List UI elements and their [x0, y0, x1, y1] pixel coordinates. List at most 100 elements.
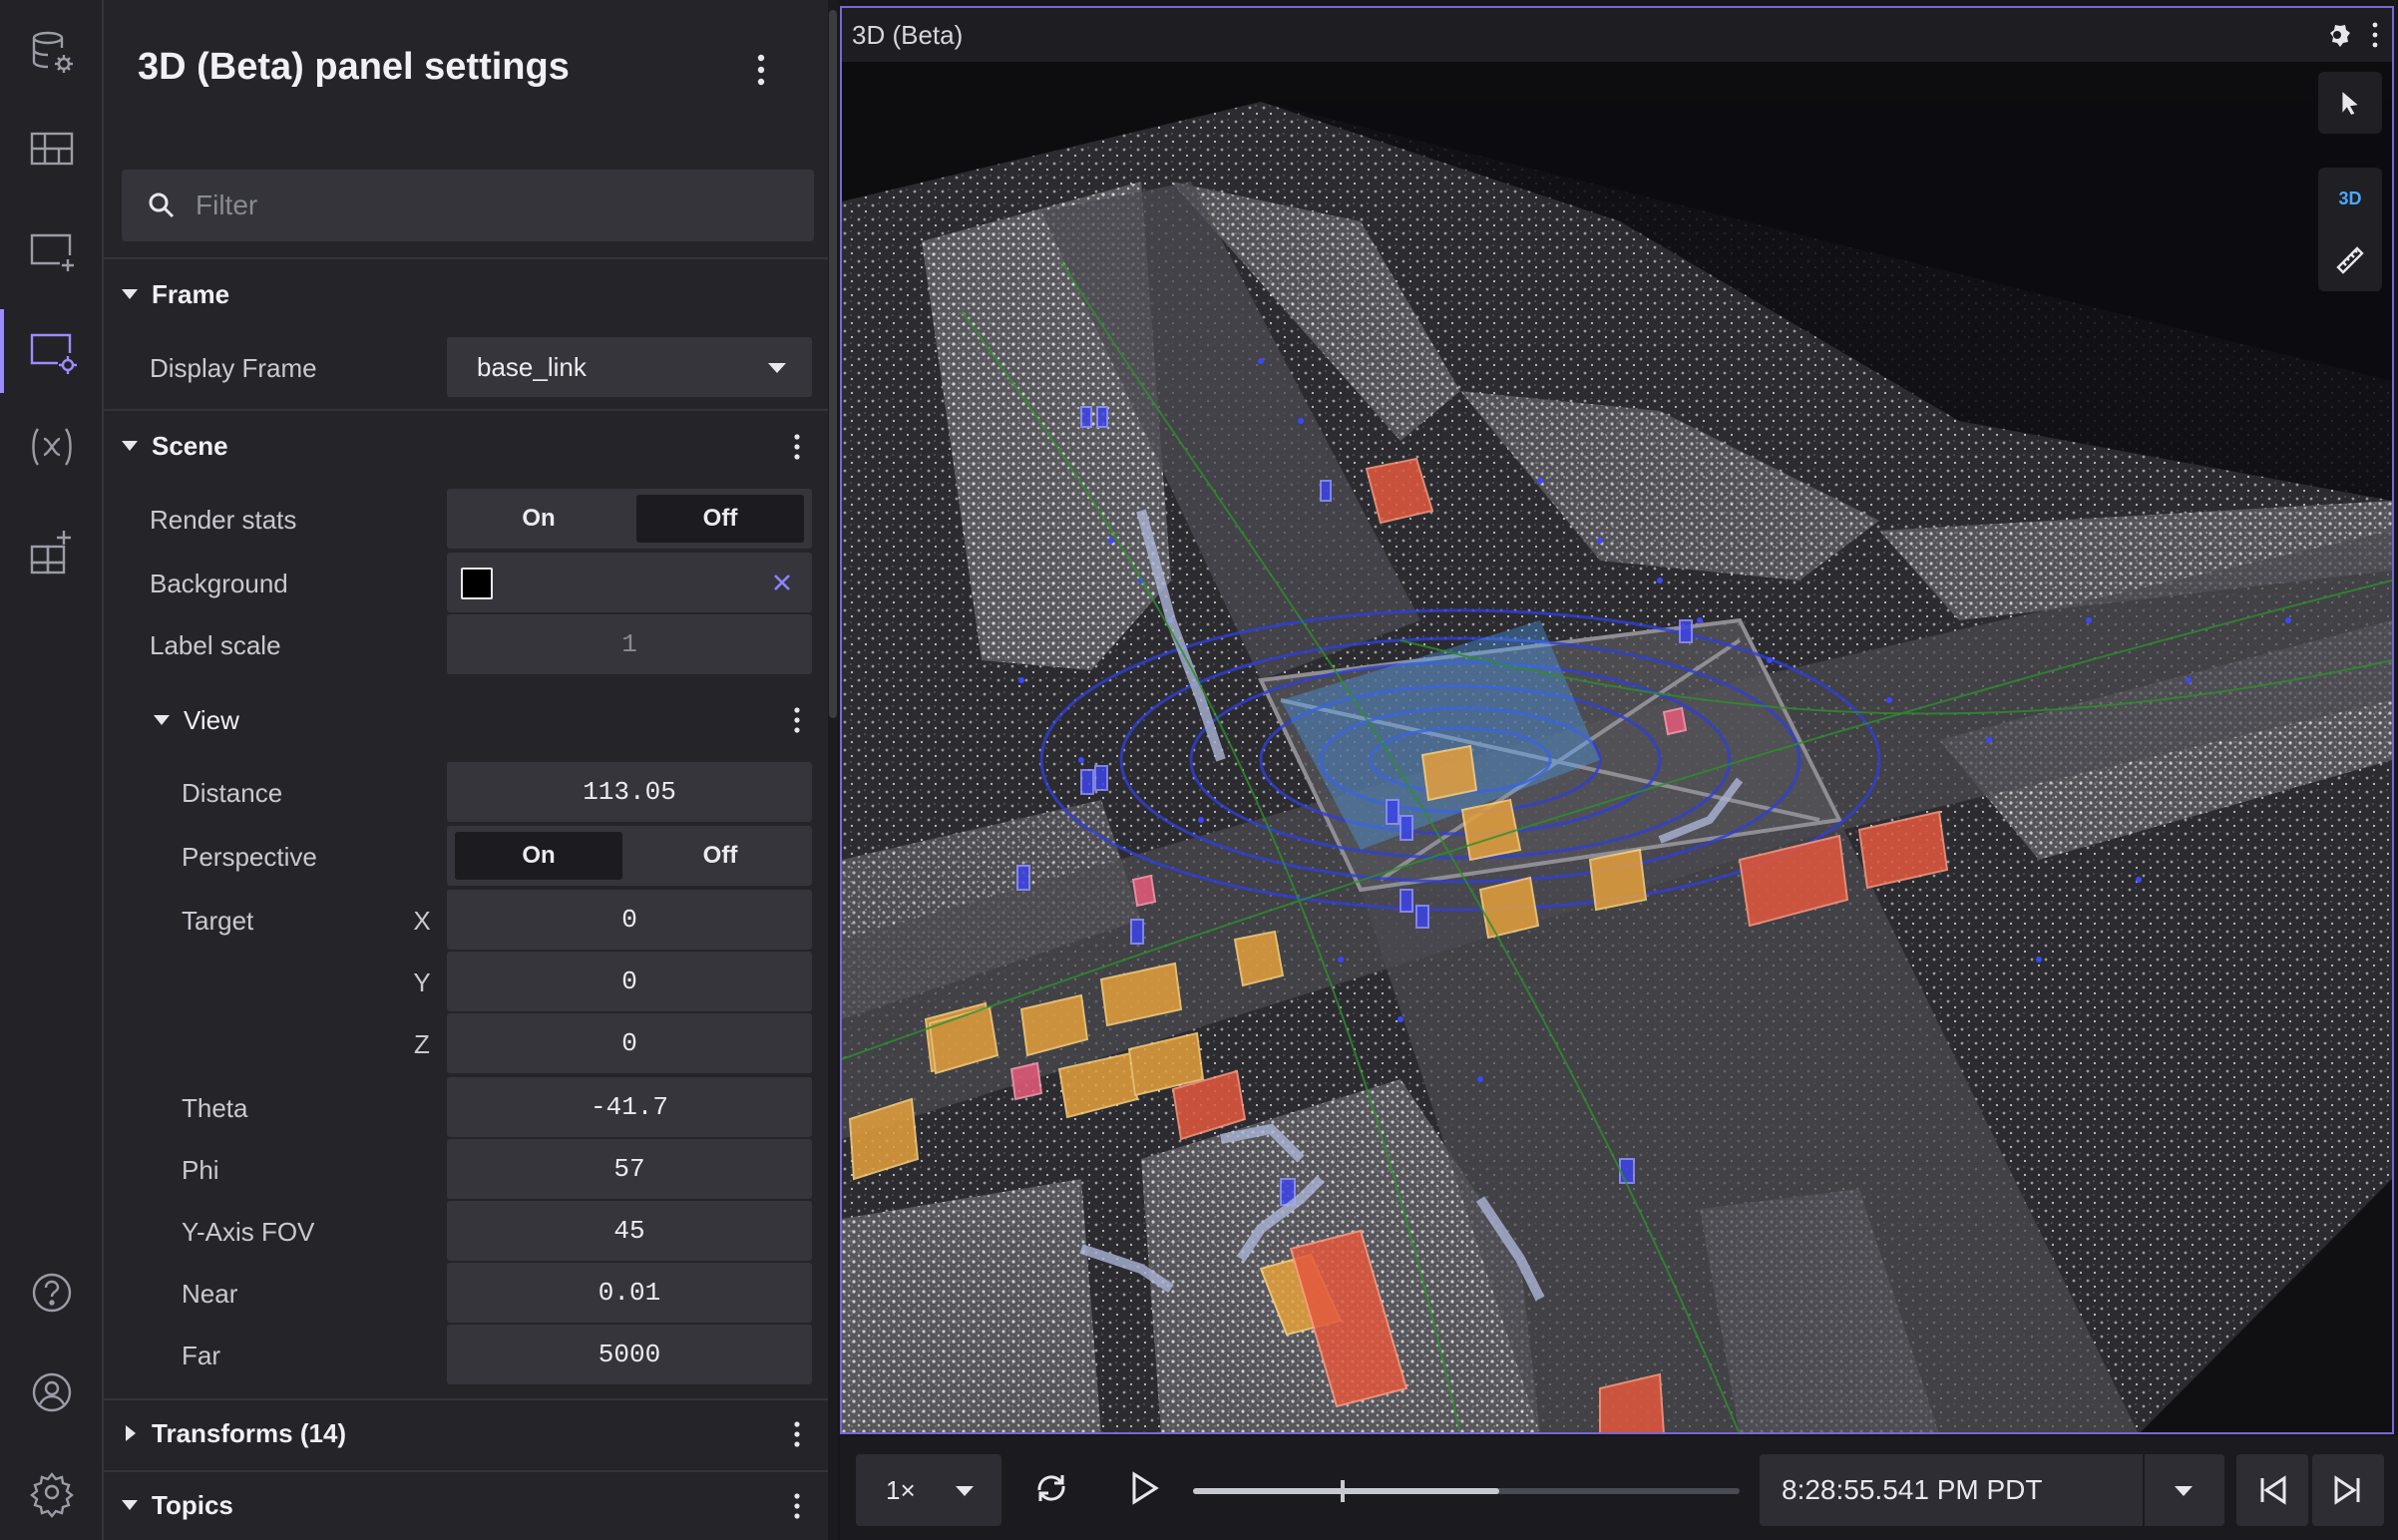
playback-progress	[1193, 1488, 1499, 1494]
settings-scrollbar[interactable]	[828, 0, 838, 1540]
near-label: Near	[182, 1279, 238, 1309]
3d-panel: 3D (Beta) 3D	[840, 6, 2394, 1434]
perspective-off[interactable]: Off	[636, 832, 804, 880]
section-transforms-heading: Transforms (14)	[152, 1417, 347, 1448]
perspective-label: Perspective	[182, 842, 317, 872]
section-frame-toggle[interactable]: Frame	[122, 269, 229, 319]
theta-label: Theta	[182, 1093, 248, 1123]
kebab-icon	[794, 707, 800, 733]
variables-button[interactable]	[0, 399, 104, 495]
divider	[104, 409, 830, 411]
render-stats-toggle: On Off	[447, 489, 812, 549]
app-window: 3D (Beta) panel settings Frame Display F…	[0, 0, 2398, 1540]
divider	[104, 1398, 830, 1400]
account-icon	[32, 1372, 72, 1412]
panel-settings-gear-icon[interactable]	[2322, 20, 2352, 50]
select-tool-button[interactable]	[2318, 72, 2382, 134]
settings-menu-button[interactable]	[746, 50, 776, 90]
section-topics-toggle[interactable]: Topics	[122, 1480, 233, 1530]
distance-input[interactable]: 113.05	[447, 762, 812, 822]
near-input[interactable]: 0.01	[447, 1263, 812, 1323]
help-button[interactable]	[0, 1245, 104, 1341]
phi-input[interactable]: 57	[447, 1139, 812, 1199]
render-stats-off[interactable]: Off	[636, 495, 804, 543]
panel-menu-kebab-icon[interactable]	[2368, 20, 2382, 50]
section-view-heading: View	[184, 704, 239, 735]
sidewalk	[842, 1179, 1101, 1432]
label-scale-label: Label scale	[150, 630, 281, 660]
3d-scene-render[interactable]	[842, 62, 2392, 1434]
close-icon	[774, 575, 790, 590]
chevron-down-icon	[2175, 1486, 2193, 1496]
section-frame-heading: Frame	[152, 278, 230, 309]
chevron-down-icon	[768, 363, 786, 373]
add-panel-icon	[30, 233, 74, 271]
section-scene-toggle[interactable]: Scene	[122, 421, 228, 471]
label-scale-input[interactable]: 1	[447, 614, 812, 674]
help-icon	[32, 1273, 72, 1313]
scene-menu-button[interactable]	[782, 427, 812, 467]
section-transforms-toggle[interactable]: Transforms (14)	[122, 1408, 346, 1458]
divider	[104, 257, 830, 259]
seek-forward-button[interactable]	[2312, 1454, 2384, 1526]
play-icon[interactable]	[1121, 1466, 1165, 1510]
settings-title: 3D (Beta) panel settings	[138, 46, 570, 88]
far-input[interactable]: 5000	[447, 1325, 812, 1384]
target-z-label: Z	[414, 1029, 430, 1059]
render-stats-label: Render stats	[150, 505, 297, 535]
loop-icon[interactable]	[1029, 1466, 1073, 1510]
scrollbar-thumb[interactable]	[829, 10, 837, 718]
clear-color-button[interactable]	[766, 565, 798, 600]
playback-speed-select[interactable]: 1×	[856, 1454, 1001, 1526]
variables-icon	[32, 428, 72, 466]
background-color-field[interactable]	[447, 553, 812, 612]
3d-mode-toggle[interactable]: 3D	[2318, 168, 2382, 229]
target-x-input[interactable]: 0	[447, 890, 812, 950]
target-y-label: Y	[413, 967, 431, 997]
chevron-down-icon	[956, 1486, 974, 1496]
data-source-button[interactable]	[0, 4, 104, 100]
filter-field[interactable]	[122, 170, 814, 241]
caret-down-icon	[122, 289, 138, 299]
view-menu-button[interactable]	[782, 700, 812, 740]
search-icon	[149, 192, 175, 218]
distance-label: Distance	[182, 778, 283, 808]
playback-time-field[interactable]: 8:28:55.541 PM PDT	[1760, 1454, 2143, 1526]
theta-input[interactable]: -41.7	[447, 1077, 812, 1137]
layouts-button[interactable]	[0, 102, 104, 197]
target-y-input[interactable]: 0	[447, 952, 812, 1011]
fov-input[interactable]: 45	[447, 1201, 812, 1261]
render-stats-on[interactable]: On	[455, 495, 622, 543]
target-x-label: X	[413, 906, 431, 936]
filter-input[interactable]	[196, 184, 794, 227]
measure-tool-button[interactable]	[2318, 229, 2382, 291]
view-tools: 3D	[2318, 168, 2382, 291]
display-frame-select[interactable]: base_link	[447, 337, 812, 397]
add-panel-button[interactable]	[0, 203, 104, 299]
background-color-swatch[interactable]	[461, 568, 493, 599]
time-format-dropdown[interactable]	[2145, 1454, 2224, 1526]
app-settings-icon	[30, 1472, 74, 1518]
kebab-icon	[757, 54, 765, 86]
skip-back-icon	[2260, 1475, 2286, 1505]
left-rail	[0, 0, 104, 1540]
playback-marker[interactable]	[1340, 1480, 1345, 1502]
account-button[interactable]	[0, 1345, 104, 1440]
kebab-icon	[794, 434, 800, 460]
playback-timeline[interactable]	[1193, 1480, 1740, 1502]
app-settings-button[interactable]	[0, 1444, 104, 1540]
transforms-menu-button[interactable]	[782, 1414, 812, 1454]
extensions-button[interactable]	[0, 503, 104, 598]
topics-menu-button[interactable]	[782, 1486, 812, 1526]
kebab-icon	[794, 1493, 800, 1519]
playback-controls: 1× 8:28:55.541 PM PDT	[840, 1436, 2398, 1540]
perspective-on[interactable]: On	[455, 832, 622, 880]
skip-forward-icon	[2334, 1475, 2360, 1505]
target-label: Target	[182, 906, 254, 936]
seek-backward-button[interactable]	[2236, 1454, 2308, 1526]
target-z-input[interactable]: 0	[447, 1013, 812, 1073]
interaction-tools	[2318, 72, 2382, 134]
section-view-toggle[interactable]: View	[154, 695, 239, 745]
perspective-toggle: On Off	[447, 826, 812, 886]
panel-settings-button[interactable]	[0, 303, 104, 399]
